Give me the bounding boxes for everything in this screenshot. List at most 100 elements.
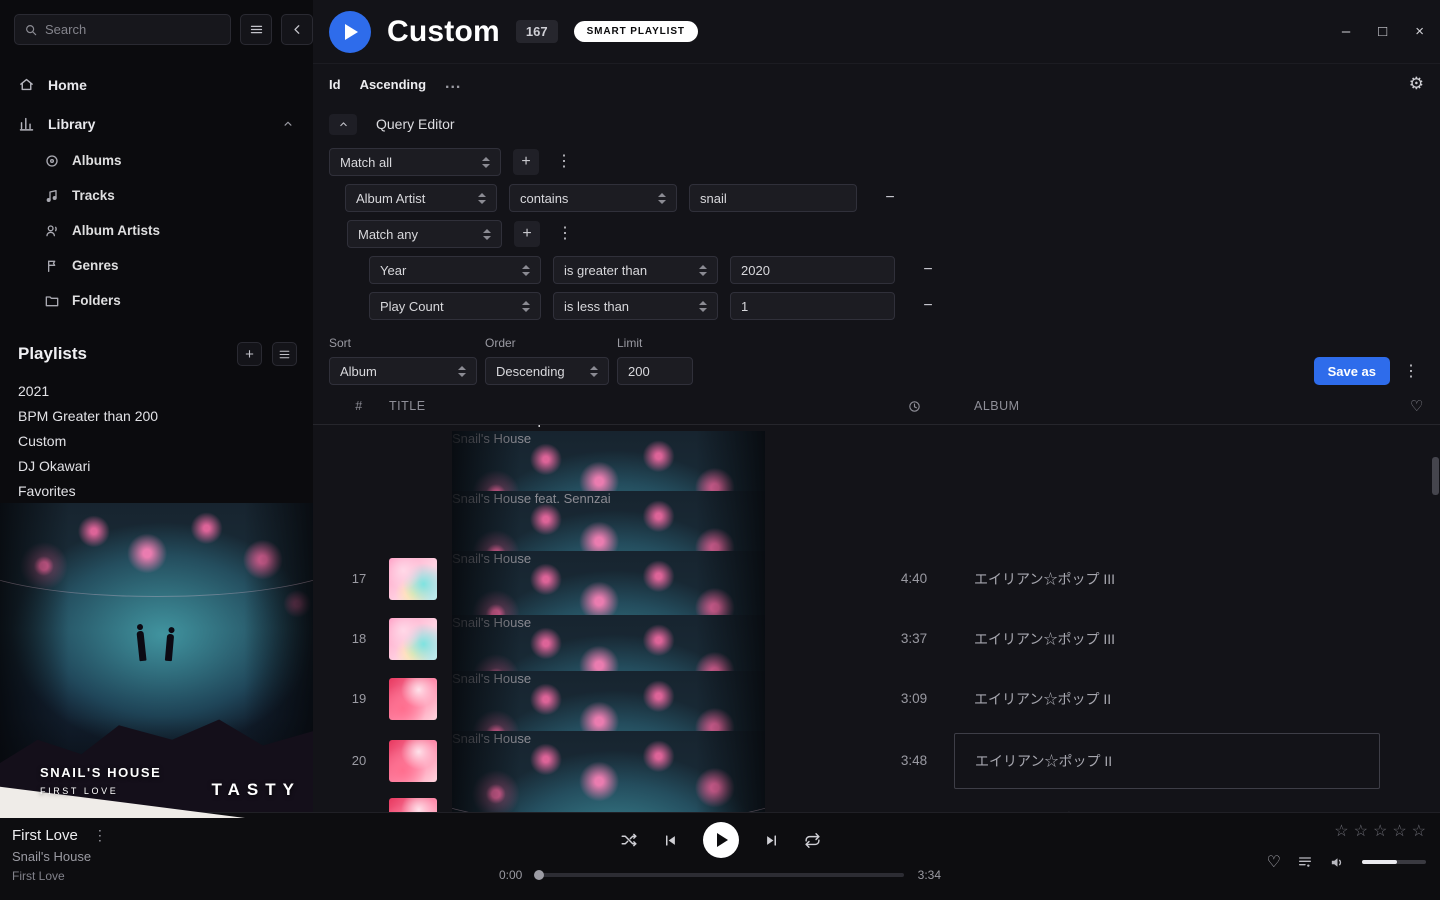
sidebar-item-home[interactable]: Home bbox=[0, 65, 313, 104]
table-row[interactable]: 17 Galactic Whisper Snail's House 4:40 エ… bbox=[313, 425, 1440, 471]
play-pause-button[interactable] bbox=[703, 822, 739, 858]
limit-input[interactable] bbox=[628, 364, 682, 379]
updown-icon bbox=[458, 366, 466, 377]
scrollbar[interactable] bbox=[1432, 431, 1439, 812]
scrollbar-thumb[interactable] bbox=[1432, 457, 1439, 495]
track-menu-button[interactable]: ⋮ bbox=[93, 827, 107, 844]
play-playlist-button[interactable] bbox=[329, 11, 371, 53]
sort-direction-button[interactable]: Ascending bbox=[360, 77, 426, 92]
maximize-button[interactable]: □ bbox=[1378, 24, 1387, 39]
remove-rule-button[interactable]: − bbox=[877, 185, 903, 211]
minimize-button[interactable]: – bbox=[1342, 24, 1350, 39]
sidebar-item-album-artists[interactable]: Album Artists bbox=[0, 213, 313, 248]
settings-gear-icon[interactable]: ⚙ bbox=[1409, 74, 1424, 94]
volume-button[interactable] bbox=[1329, 854, 1346, 871]
table-body: 17 Galactic Whisper Snail's House 4:40 エ… bbox=[313, 425, 1440, 812]
column-album[interactable]: ALBUM bbox=[954, 399, 1384, 413]
next-track-button[interactable] bbox=[764, 833, 779, 848]
flag-icon bbox=[44, 258, 60, 274]
sort-field-button[interactable]: Id bbox=[329, 77, 341, 92]
search-input[interactable] bbox=[45, 22, 221, 37]
add-playlist-button[interactable]: + bbox=[237, 342, 262, 366]
column-index[interactable]: # bbox=[329, 399, 389, 413]
seek-bar[interactable] bbox=[536, 873, 903, 877]
remove-rule-button[interactable]: − bbox=[915, 257, 941, 283]
column-title[interactable]: TITLE bbox=[389, 399, 874, 413]
more-options-button[interactable]: ... bbox=[445, 75, 461, 93]
playlist-item[interactable]: BPM Greater than 200 bbox=[18, 403, 295, 428]
rule-operator-select[interactable]: is greater than bbox=[553, 256, 718, 284]
sort-select[interactable]: Album bbox=[329, 357, 477, 385]
remove-rule-button[interactable]: − bbox=[915, 293, 941, 319]
query-nested-group: Match any + ⋮ bbox=[347, 220, 1424, 248]
shuffle-button[interactable] bbox=[620, 831, 638, 849]
sidebar-item-albums[interactable]: Albums bbox=[0, 143, 313, 178]
match-type-select[interactable]: Match any bbox=[347, 220, 502, 248]
select-value: Album bbox=[340, 364, 377, 379]
select-value: is greater than bbox=[564, 263, 647, 278]
row-number: 20 bbox=[329, 753, 389, 768]
rule-operator-select[interactable]: is less than bbox=[553, 292, 718, 320]
previous-track-button[interactable] bbox=[663, 833, 678, 848]
rule-field-select[interactable]: Album Artist bbox=[345, 184, 497, 212]
search-box[interactable] bbox=[14, 14, 231, 45]
hamburger-icon bbox=[249, 22, 264, 37]
save-menu-button[interactable]: ⋮ bbox=[1398, 359, 1424, 385]
now-playing-title: First Love bbox=[12, 827, 78, 844]
library-icon bbox=[18, 115, 35, 132]
nav-label: Tracks bbox=[72, 188, 115, 203]
close-button[interactable]: × bbox=[1415, 24, 1424, 39]
playlist-view-button[interactable] bbox=[272, 342, 297, 366]
duration-clock-icon[interactable] bbox=[874, 399, 954, 414]
seek-handle[interactable] bbox=[534, 870, 544, 880]
sidebar-item-library[interactable]: Library bbox=[0, 104, 313, 143]
rule-value-input[interactable] bbox=[741, 263, 884, 278]
rule-field-select[interactable]: Play Count bbox=[369, 292, 541, 320]
progress-row: 0:00 3:34 bbox=[499, 868, 941, 882]
shuffle-icon bbox=[620, 831, 638, 849]
sidebar-item-folders[interactable]: Folders bbox=[0, 283, 313, 318]
chevron-left-icon bbox=[290, 22, 305, 37]
rule-value-input[interactable] bbox=[741, 299, 884, 314]
window-controls: – □ × bbox=[1342, 24, 1424, 39]
rule-operator-select[interactable]: contains bbox=[509, 184, 677, 212]
star-icon[interactable]: ☆ bbox=[1412, 821, 1426, 841]
star-icon[interactable]: ☆ bbox=[1354, 821, 1368, 841]
playlist-item[interactable]: Custom bbox=[18, 428, 295, 453]
star-icon[interactable]: ☆ bbox=[1392, 821, 1406, 841]
order-select[interactable]: Descending bbox=[485, 357, 609, 385]
sidebar-item-genres[interactable]: Genres bbox=[0, 248, 313, 283]
sidebar-item-tracks[interactable]: Tracks bbox=[0, 178, 313, 213]
track-duration: 4:40 bbox=[874, 571, 954, 586]
track-duration: 3:09 bbox=[874, 691, 954, 706]
volume-slider[interactable] bbox=[1362, 860, 1426, 864]
group-menu-button[interactable]: ⋮ bbox=[552, 221, 578, 247]
track-duration: 3:48 bbox=[874, 753, 954, 768]
add-rule-button[interactable]: + bbox=[514, 221, 540, 247]
match-type-select[interactable]: Match all bbox=[329, 148, 501, 176]
rule-field-select[interactable]: Year bbox=[369, 256, 541, 284]
menu-button[interactable] bbox=[240, 14, 272, 45]
collapse-query-editor-button[interactable] bbox=[329, 114, 357, 135]
playlist-item[interactable]: DJ Okawari bbox=[18, 453, 295, 478]
playlist-item[interactable]: 2021 bbox=[18, 378, 295, 403]
next-icon bbox=[764, 833, 779, 848]
group-menu-button[interactable]: ⋮ bbox=[551, 149, 577, 175]
star-icon[interactable]: ☆ bbox=[1373, 821, 1387, 841]
rule-value-input[interactable] bbox=[700, 191, 846, 206]
add-rule-button[interactable]: + bbox=[513, 149, 539, 175]
now-playing-artwork[interactable]: SNAIL'S HOUSE FIRST LOVE TASTY bbox=[0, 503, 313, 818]
queue-button[interactable] bbox=[1297, 854, 1313, 870]
favorite-button[interactable]: ♡ bbox=[1267, 852, 1281, 872]
repeat-button[interactable] bbox=[804, 832, 821, 849]
artist-icon bbox=[44, 223, 60, 239]
updown-icon bbox=[522, 265, 530, 276]
playlist-item[interactable]: Favorites bbox=[18, 478, 295, 503]
chevron-up-icon[interactable] bbox=[281, 117, 295, 131]
star-icon[interactable]: ☆ bbox=[1334, 821, 1348, 841]
save-as-button[interactable]: Save as bbox=[1314, 357, 1390, 385]
back-button[interactable] bbox=[281, 14, 313, 45]
favorite-heart-icon[interactable]: ♡ bbox=[1384, 397, 1424, 415]
nav-label: Album Artists bbox=[72, 223, 160, 238]
nav-label: Genres bbox=[72, 258, 119, 273]
